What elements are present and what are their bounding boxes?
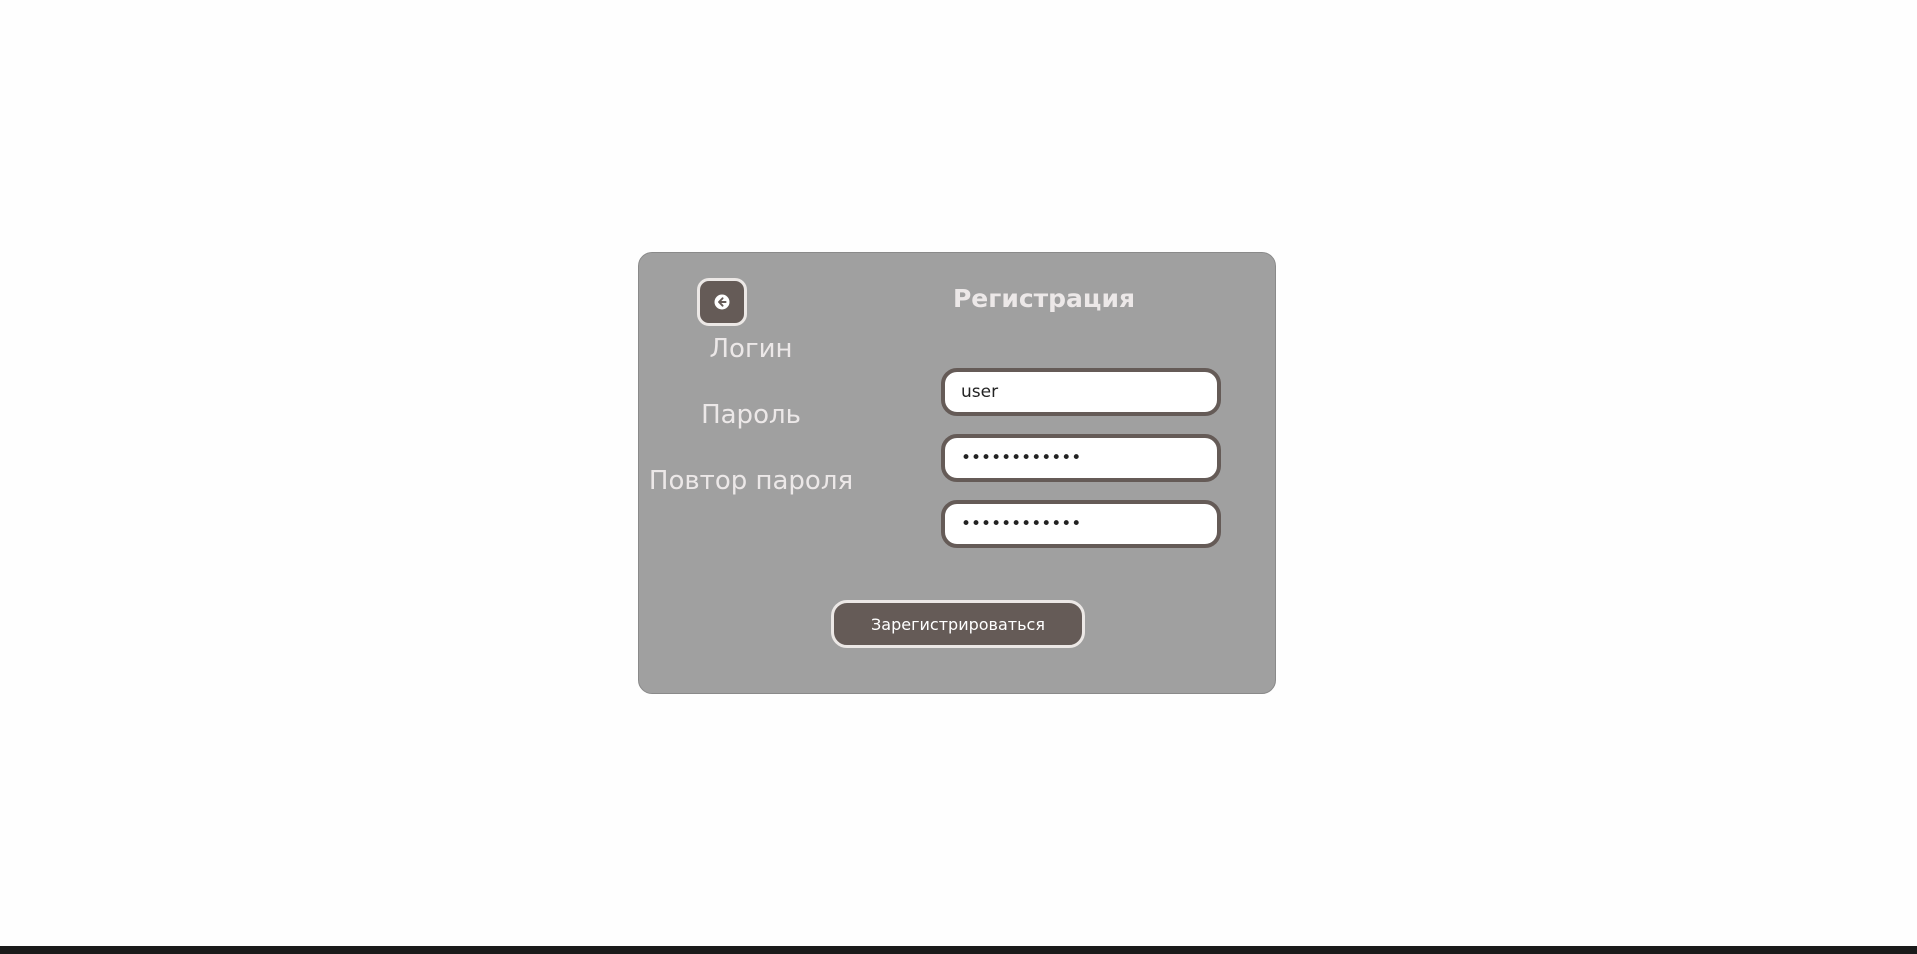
register-button[interactable]: Зарегистрироваться <box>831 600 1085 648</box>
password-label: Пароль <box>701 400 801 430</box>
bottom-edge-bar <box>0 946 1917 954</box>
back-button[interactable] <box>697 278 747 326</box>
registration-card: Регистрация Логин Пароль Повтор пароля З… <box>638 252 1276 694</box>
password-input[interactable] <box>941 434 1221 482</box>
password-repeat-input[interactable] <box>941 500 1221 548</box>
password-repeat-label: Повтор пароля <box>648 466 854 496</box>
page-title: Регистрация <box>952 284 1136 313</box>
login-input[interactable] <box>941 368 1221 416</box>
arrow-left-circle-icon <box>714 294 730 310</box>
login-label: Логин <box>709 334 793 364</box>
